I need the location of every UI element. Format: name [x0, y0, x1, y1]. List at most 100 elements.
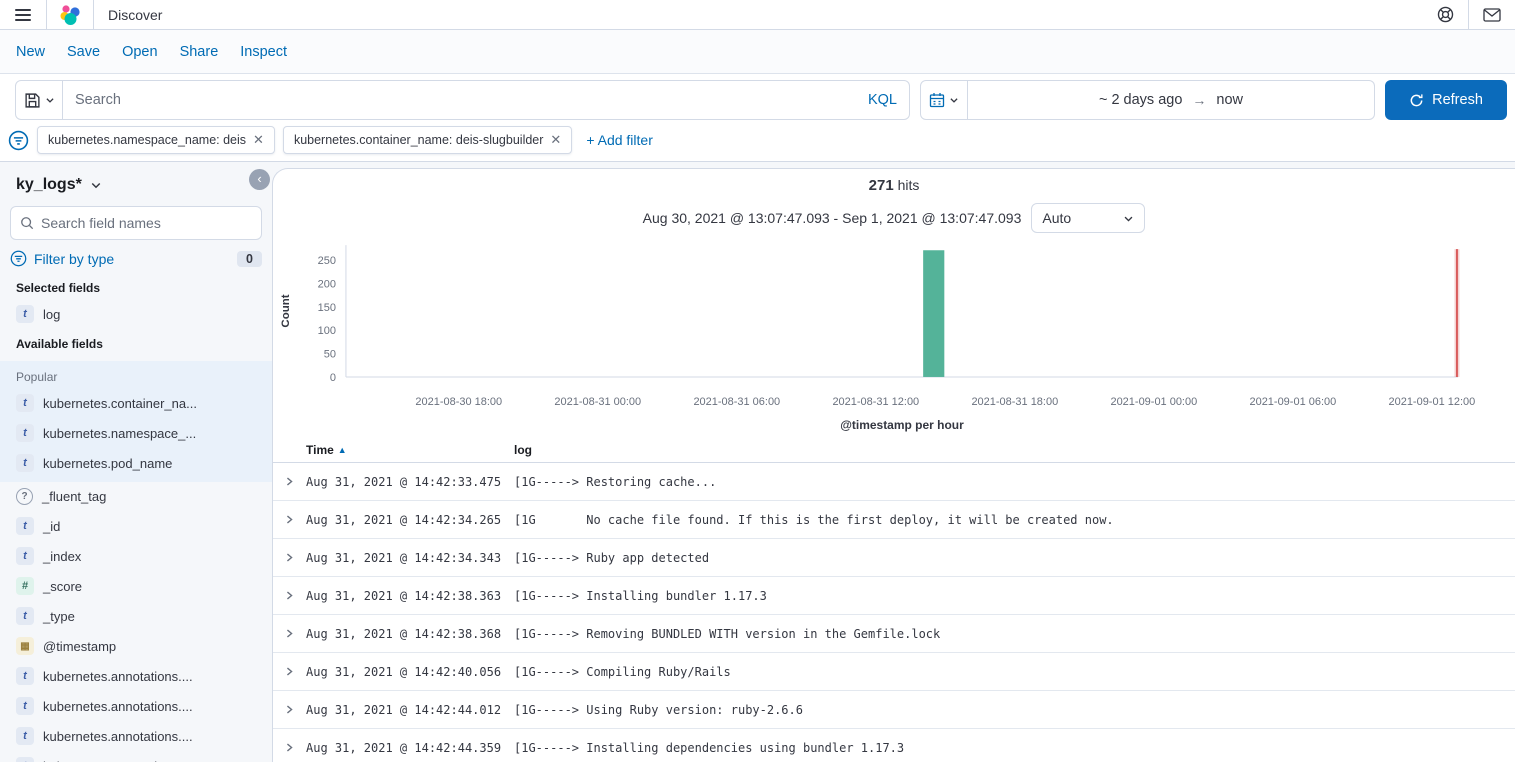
chevron-right-icon: [284, 742, 295, 753]
chevron-down-icon: [45, 95, 55, 105]
field-type-icon: ?: [16, 488, 33, 505]
field-item[interactable]: t kubernetes.container_na...: [0, 388, 272, 418]
calendar-icon: [929, 92, 945, 108]
cell-log: [1G-----> Restoring cache...: [514, 475, 1515, 489]
field-item[interactable]: t _id: [0, 511, 272, 541]
field-type-icon: t: [16, 667, 34, 685]
expand-row-button[interactable]: [273, 590, 306, 601]
svg-text:2021-08-31 00:00: 2021-08-31 00:00: [554, 396, 641, 408]
add-filter-button[interactable]: + Add filter: [586, 132, 653, 148]
field-item[interactable]: ? _fluent_tag: [0, 482, 272, 511]
refresh-button[interactable]: Refresh: [1385, 80, 1507, 120]
svg-text:2021-09-01 06:00: 2021-09-01 06:00: [1249, 396, 1336, 408]
field-item[interactable]: ▦ @timestamp: [0, 631, 272, 661]
time-range-display[interactable]: ~ 2 days ago → now: [968, 80, 1375, 120]
index-pattern-switcher[interactable]: ky_logs*: [0, 174, 272, 204]
field-item[interactable]: t kubernetes.annotations....: [0, 751, 272, 762]
menu-link[interactable]: Share: [180, 44, 219, 60]
svg-text:50: 50: [324, 349, 336, 361]
filter-pill[interactable]: kubernetes.container_name: deis-slugbuil…: [283, 126, 572, 154]
content-area: ky_logs* Filter by type 0 Selected field…: [0, 162, 1515, 762]
chart-time-range: Aug 30, 2021 @ 13:07:47.093 - Sep 1, 202…: [643, 210, 1022, 226]
field-item[interactable]: t log: [0, 299, 272, 329]
menu-link[interactable]: New: [16, 44, 45, 60]
table-row[interactable]: Aug 31, 2021 @ 14:42:34.343 [1G-----> Ru…: [273, 539, 1515, 577]
saved-query-menu-button[interactable]: [15, 80, 63, 120]
interval-select[interactable]: Auto: [1031, 203, 1145, 233]
table-row[interactable]: Aug 31, 2021 @ 14:42:34.265 [1G No cache…: [273, 501, 1515, 539]
cell-log: [1G-----> Ruby app detected: [514, 551, 1515, 565]
selected-fields-heading: Selected fields: [0, 273, 272, 299]
query-language-button[interactable]: KQL: [858, 92, 897, 108]
menu-link[interactable]: Open: [122, 44, 157, 60]
field-search-input[interactable]: [41, 215, 252, 231]
filter-pill-label: kubernetes.container_name: deis-slugbuil…: [294, 133, 543, 147]
expand-row-button[interactable]: [273, 552, 306, 563]
menu-button[interactable]: [0, 0, 46, 29]
svg-text:2021-08-31 06:00: 2021-08-31 06:00: [693, 396, 780, 408]
chevron-down-icon: [949, 95, 959, 105]
table-row[interactable]: Aug 31, 2021 @ 14:42:44.359 [1G-----> In…: [273, 729, 1515, 762]
field-item[interactable]: t _type: [0, 601, 272, 631]
expand-row-button[interactable]: [273, 704, 306, 715]
filter-by-type-button[interactable]: Filter by type 0: [10, 250, 262, 267]
column-header-time[interactable]: Time ▲: [306, 443, 514, 457]
table-row[interactable]: Aug 31, 2021 @ 14:42:33.475 [1G-----> Re…: [273, 463, 1515, 501]
collapse-sidebar-button[interactable]: ‹: [249, 169, 270, 190]
cell-time: Aug 31, 2021 @ 14:42:34.343: [306, 551, 514, 565]
filter-bar: kubernetes.namespace_name: deis ✕ kubern…: [0, 126, 1515, 162]
svg-text:2021-08-30 18:00: 2021-08-30 18:00: [415, 396, 502, 408]
kibana-logo[interactable]: [47, 0, 93, 29]
arrow-right-icon: →: [1192, 92, 1206, 108]
field-item[interactable]: t kubernetes.pod_name: [0, 448, 272, 478]
expand-row-button[interactable]: [273, 628, 306, 639]
close-icon[interactable]: ✕: [253, 132, 264, 148]
field-item[interactable]: t kubernetes.namespace_...: [0, 418, 272, 448]
svg-text:150: 150: [318, 302, 336, 314]
expand-row-button[interactable]: [273, 476, 306, 487]
svg-text:0: 0: [330, 372, 336, 384]
filter-pill[interactable]: kubernetes.namespace_name: deis ✕: [37, 126, 275, 154]
field-item[interactable]: t kubernetes.annotations....: [0, 661, 272, 691]
field-item[interactable]: t _index: [0, 541, 272, 571]
date-quick-select-button[interactable]: [920, 80, 968, 120]
svg-text:250: 250: [318, 255, 336, 267]
field-type-icon: t: [16, 607, 34, 625]
help-button[interactable]: [1422, 0, 1468, 29]
field-item[interactable]: t kubernetes.annotations....: [0, 691, 272, 721]
popular-fields-list: t kubernetes.container_na... t kubernete…: [0, 388, 272, 478]
field-item[interactable]: # _score: [0, 571, 272, 601]
expand-row-button[interactable]: [273, 514, 306, 525]
menu-link[interactable]: Save: [67, 44, 100, 60]
newsfeed-button[interactable]: [1469, 0, 1515, 29]
table-row[interactable]: Aug 31, 2021 @ 14:42:44.012 [1G-----> Us…: [273, 691, 1515, 729]
filter-options-icon[interactable]: [8, 130, 29, 151]
field-type-icon: ▦: [16, 637, 34, 655]
field-type-icon: t: [16, 697, 34, 715]
field-type-icon: t: [16, 454, 34, 472]
refresh-icon: [1409, 93, 1424, 108]
table-row[interactable]: Aug 31, 2021 @ 14:42:40.056 [1G-----> Co…: [273, 653, 1515, 691]
cell-time: Aug 31, 2021 @ 14:42:33.475: [306, 475, 514, 489]
sort-ascending-icon: ▲: [338, 445, 347, 455]
time-from[interactable]: ~ 2 days ago: [1099, 92, 1182, 108]
field-type-icon: t: [16, 424, 34, 442]
svg-text:2021-08-31 18:00: 2021-08-31 18:00: [971, 396, 1058, 408]
expand-row-button[interactable]: [273, 666, 306, 677]
field-type-icon: #: [16, 577, 34, 595]
cell-time: Aug 31, 2021 @ 14:42:38.368: [306, 627, 514, 641]
documents-table: Time ▲ log Aug 31, 2021 @ 14:42:33.475 […: [273, 437, 1515, 762]
table-row[interactable]: Aug 31, 2021 @ 14:42:38.368 [1G-----> Re…: [273, 615, 1515, 653]
table-row[interactable]: Aug 31, 2021 @ 14:42:38.363 [1G-----> In…: [273, 577, 1515, 615]
menu-link[interactable]: Inspect: [240, 44, 287, 60]
expand-row-button[interactable]: [273, 742, 306, 753]
time-to[interactable]: now: [1216, 92, 1243, 108]
search-input[interactable]: [75, 92, 858, 108]
chevron-down-icon: [1123, 213, 1134, 224]
chevron-right-icon: [284, 628, 295, 639]
results-panel: 271 hits Aug 30, 2021 @ 13:07:47.093 - S…: [272, 168, 1515, 762]
field-name: kubernetes.pod_name: [43, 456, 172, 471]
histogram-chart[interactable]: 0501001502002502021-08-30 18:002021-08-3…: [273, 241, 1515, 437]
close-icon[interactable]: ✕: [550, 132, 561, 148]
field-item[interactable]: t kubernetes.annotations....: [0, 721, 272, 751]
